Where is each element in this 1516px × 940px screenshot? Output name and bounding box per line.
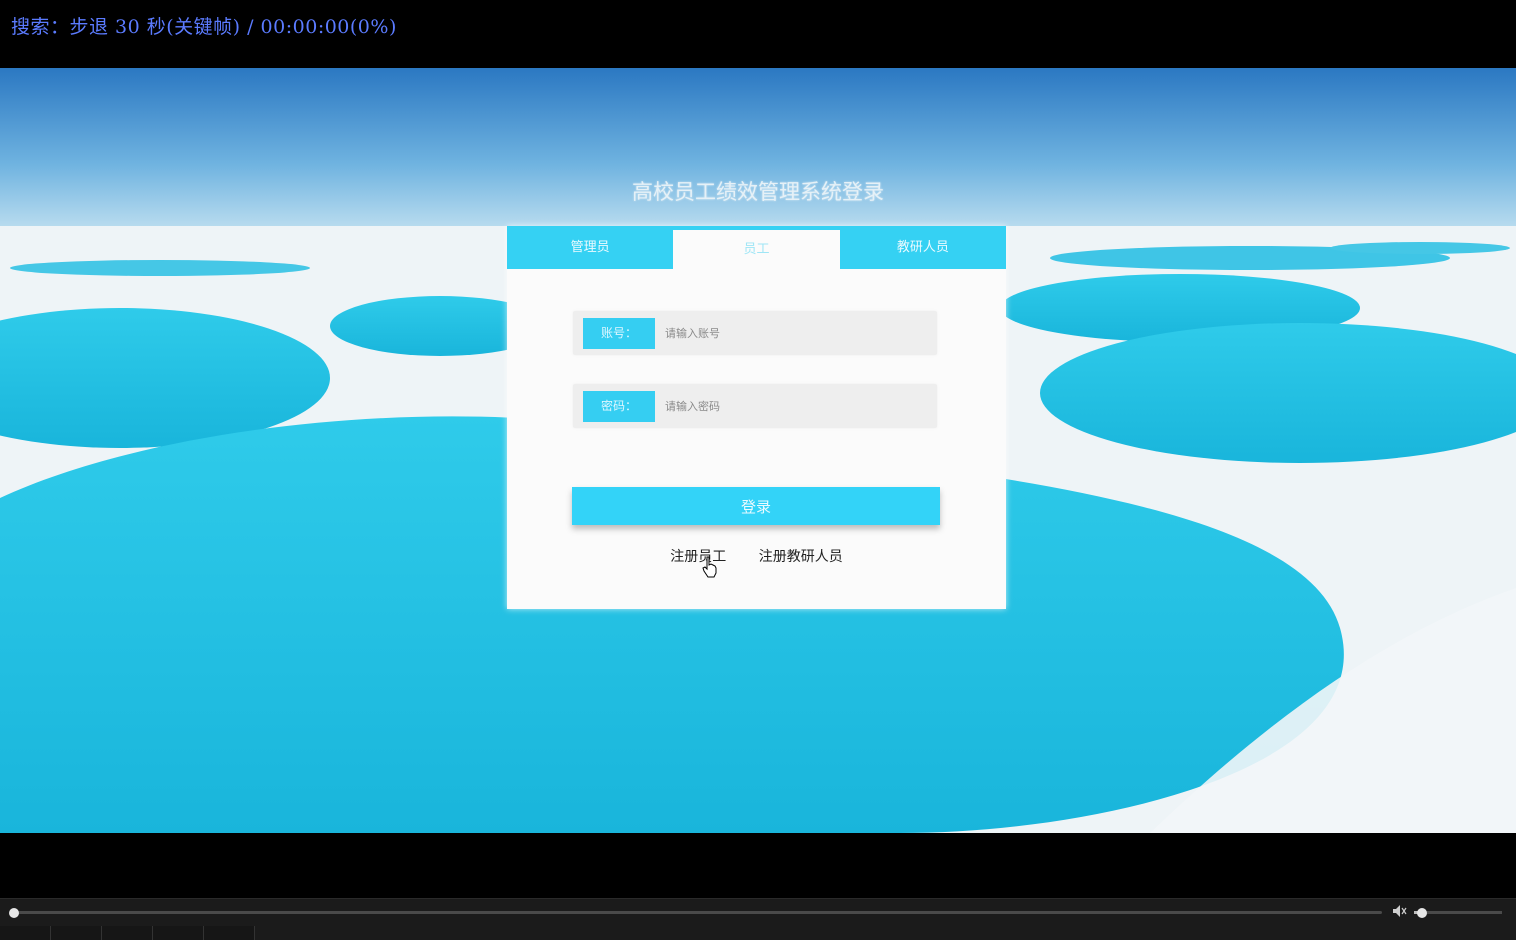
role-tabs: 管理员 员工 教研人员 <box>507 226 1006 269</box>
open-button[interactable] <box>204 926 255 940</box>
prev-button[interactable] <box>102 926 153 940</box>
volume-handle[interactable] <box>1417 908 1427 918</box>
hand-cursor-icon <box>702 556 717 578</box>
account-field: 账号： <box>573 311 937 355</box>
seek-bar[interactable] <box>10 911 1382 914</box>
control-buttons <box>0 926 255 940</box>
account-label: 账号： <box>583 318 655 349</box>
password-label: 密码： <box>583 391 655 422</box>
register-links: 注册员工 注册教研人员 <box>507 546 1006 566</box>
tab-admin[interactable]: 管理员 <box>507 226 673 269</box>
seek-handle[interactable] <box>9 908 19 918</box>
login-panel: 管理员 员工 教研人员 账号： 密码： 登录 注册员工 注册教研人员 <box>507 226 1006 609</box>
register-researcher-link[interactable]: 注册教研人员 <box>759 546 843 566</box>
tab-employee[interactable]: 员工 <box>673 230 840 269</box>
login-button[interactable]: 登录 <box>572 487 940 525</box>
video-frame[interactable]: 高校员工绩效管理系统登录 管理员 员工 教研人员 账号： 密码： 登录 注册员工… <box>0 68 1516 833</box>
volume-icon[interactable] <box>1392 904 1408 918</box>
osd-status-text: 搜索：步退 30 秒(关键帧) / 00:00:00(0%) <box>11 16 397 38</box>
tab-researcher[interactable]: 教研人员 <box>840 226 1006 269</box>
next-button[interactable] <box>153 926 204 940</box>
player-controls <box>0 898 1516 940</box>
login-title: 高校员工绩效管理系统登录 <box>632 180 884 204</box>
password-input[interactable] <box>665 391 925 422</box>
stop-button[interactable] <box>51 926 102 940</box>
password-field: 密码： <box>573 384 937 428</box>
video-player: 搜索：步退 30 秒(关键帧) / 00:00:00(0%) 高校员工绩效管理系… <box>0 0 1516 940</box>
volume-bar[interactable] <box>1414 911 1502 914</box>
play-button[interactable] <box>0 926 51 940</box>
account-input[interactable] <box>665 318 925 349</box>
